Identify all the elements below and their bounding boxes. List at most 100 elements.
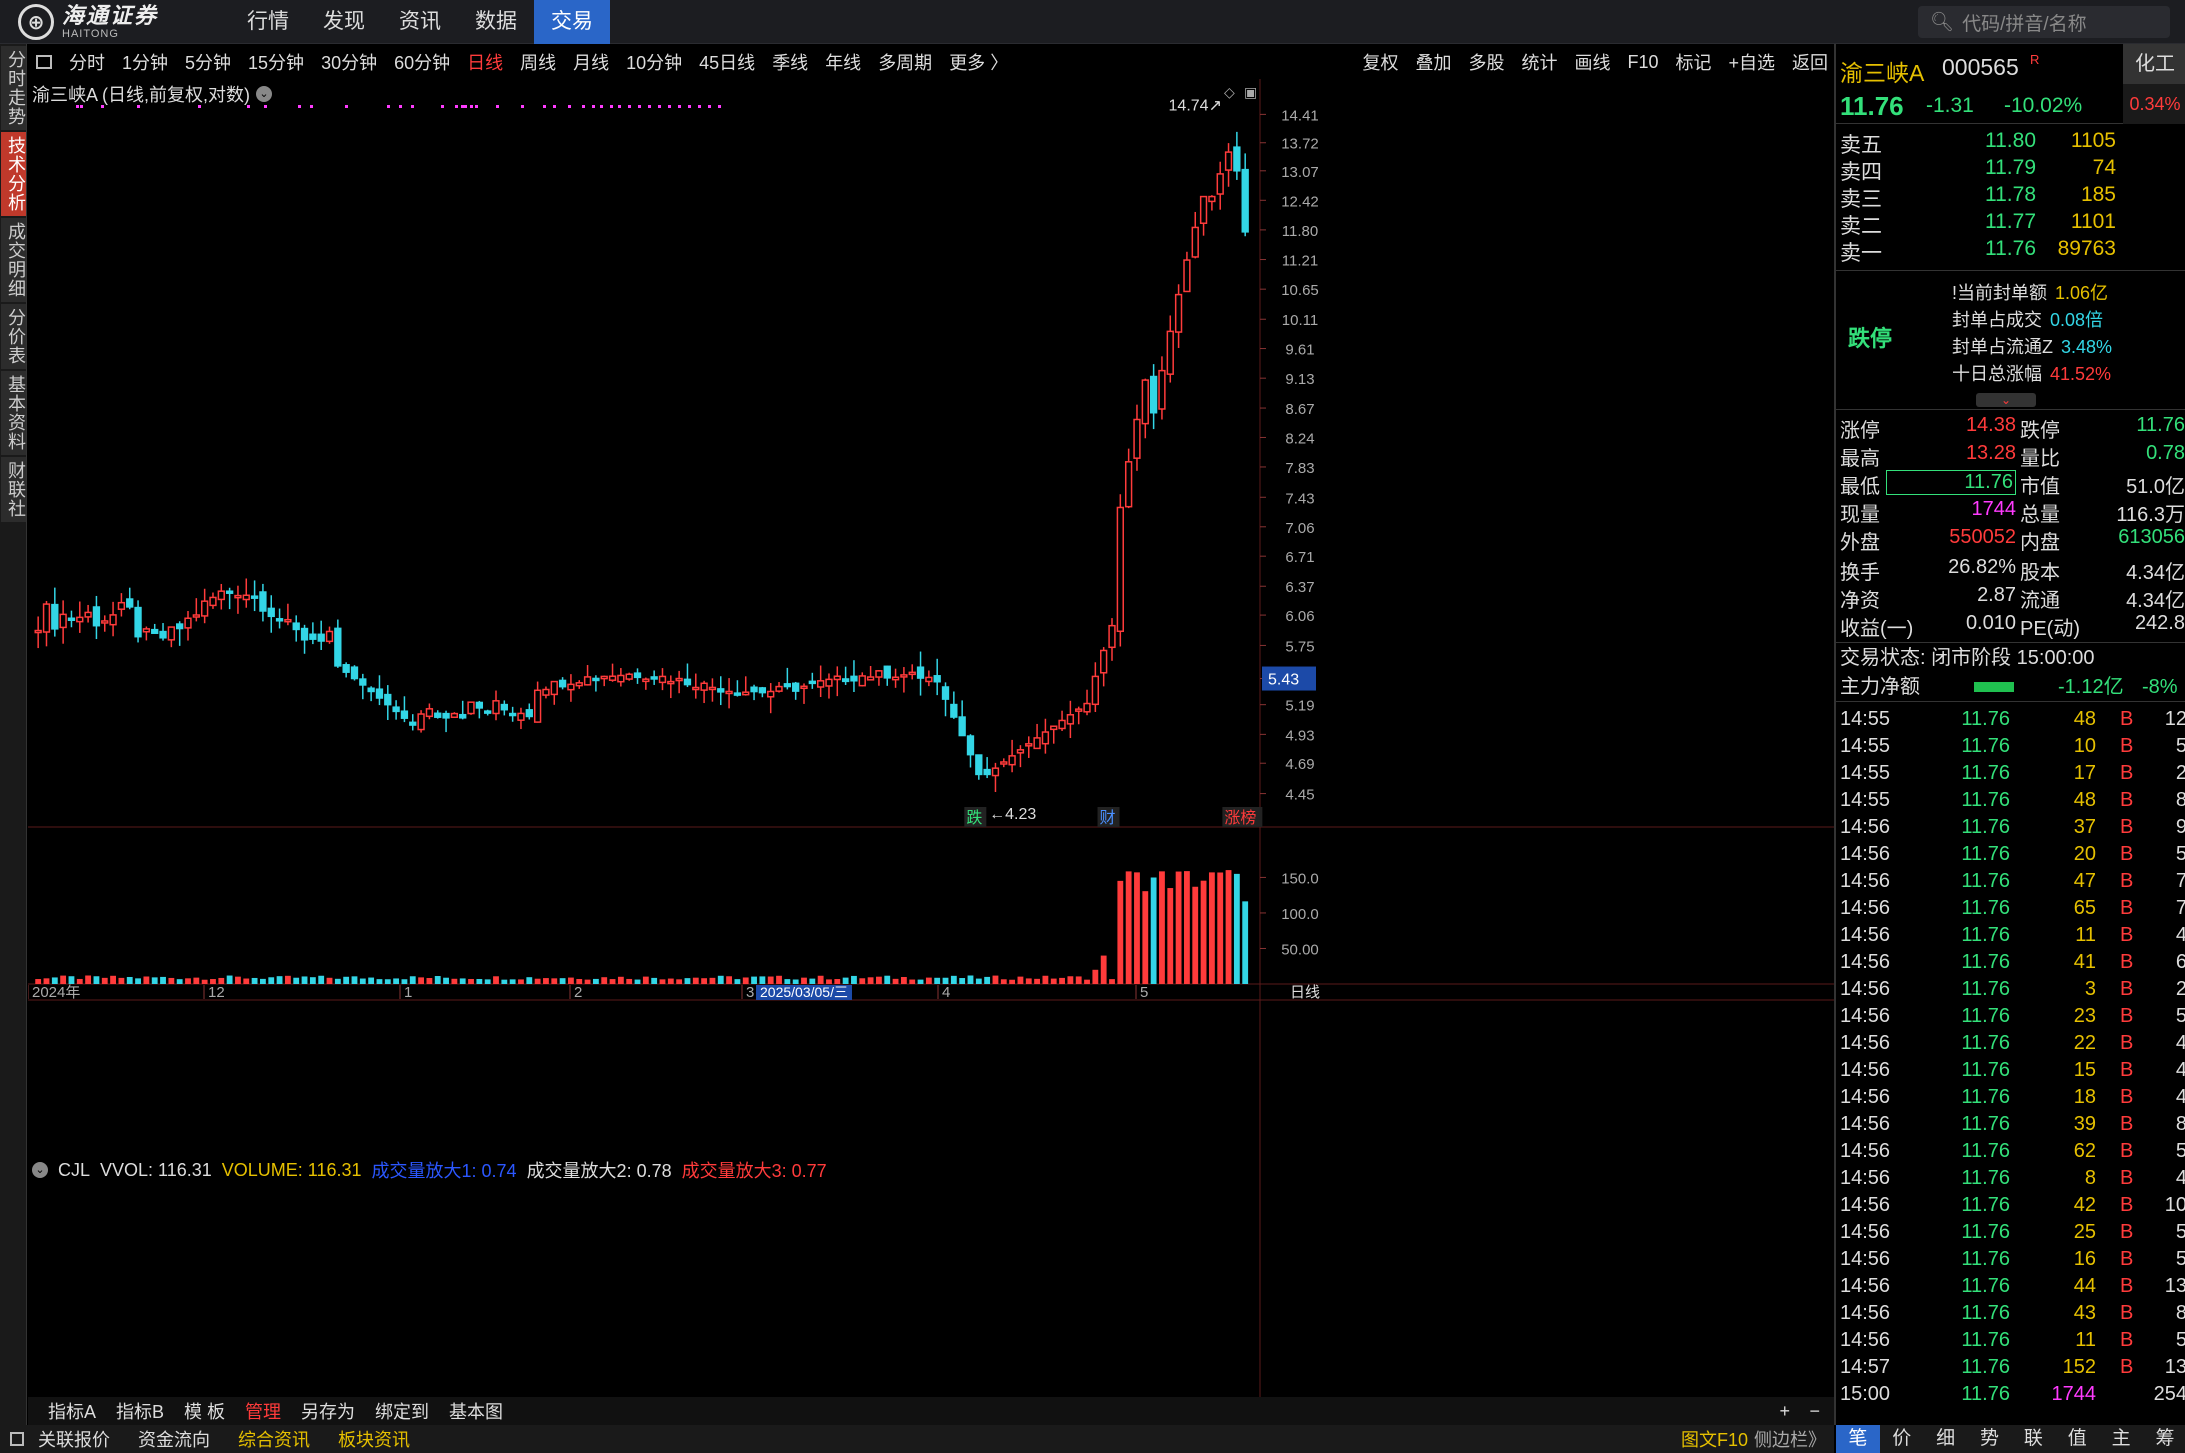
vol-indicator-name[interactable]: CJL [58, 1160, 90, 1181]
period-10min[interactable]: 10分钟 [626, 49, 682, 75]
stock-name[interactable]: 渝三峡A [1840, 54, 1924, 88]
period-yearly[interactable]: 年线 [825, 49, 861, 75]
nav-market[interactable]: 行情 [230, 0, 306, 44]
tool-multi-stock[interactable]: 多股 [1468, 49, 1504, 75]
tab-price-table[interactable]: 分价表 [1, 304, 26, 369]
period-multi[interactable]: 多周期 [878, 49, 932, 75]
tab-timeshare[interactable]: 分时走势 [1, 46, 26, 130]
indicator-b-button[interactable]: 指标B [116, 1398, 164, 1424]
ask-row[interactable]: 卖三 11.78 185 [1836, 183, 2185, 211]
manage-button[interactable]: 管理 [245, 1398, 281, 1424]
tool-add-watch[interactable]: +自选 [1728, 49, 1775, 75]
period-15min[interactable]: 15分钟 [248, 49, 304, 75]
settings-icon[interactable]: ⌄ [256, 86, 273, 102]
industry-button[interactable]: 化工 [2123, 44, 2185, 84]
nav-data[interactable]: 数据 [458, 0, 534, 44]
panel-tab[interactable]: 势 [1968, 1425, 2012, 1453]
period-60min[interactable]: 60分钟 [394, 49, 450, 75]
period-quarterly[interactable]: 季线 [772, 49, 808, 75]
tick-count: 2 [2175, 978, 2185, 1000]
zoom-in-icon[interactable]: + [1779, 1401, 1790, 1422]
tick-volume: 3 [2084, 978, 2096, 1000]
ask-row[interactable]: 卖一 11.76 89763 [1836, 237, 2185, 265]
kline-chart[interactable]: 14.41 13.72 13.07 12.42 11.80 11.21 10.65 10.11… [28, 79, 1834, 1397]
panel-toggle-icon[interactable] [36, 55, 52, 69]
tab-news-agency[interactable]: 财联社 [1, 457, 26, 522]
stat-row: 现量 1744 总量 116.3万 [1836, 498, 2185, 526]
stat-key: 最高 [1840, 448, 1880, 470]
save-as-button[interactable]: 另存为 [301, 1398, 355, 1424]
tab-technical[interactable]: 技术分析 [1, 132, 26, 216]
panel-tab[interactable]: 筹 [2143, 1425, 2185, 1453]
tick-count: 10 [2164, 1194, 2185, 1216]
candle-body [450, 712, 459, 718]
bind-to-button[interactable]: 绑定到 [375, 1398, 429, 1424]
sidebar-toggle[interactable]: 侧边栏》 [1754, 1426, 1826, 1452]
expand-chevron-icon[interactable]: ⌄ [1976, 393, 2036, 407]
panel-tab[interactable]: 笔 [1836, 1425, 1880, 1453]
search-box[interactable]: 🔍︎ 代码/拼音/名称 [1918, 6, 2170, 38]
indicator-a-button[interactable]: 指标A [48, 1398, 96, 1424]
trading-app: ⊕ 海通证券 HAITONG 行情 发现 资讯 数据 交易 🔍︎ 代码/拼音/名… [0, 0, 2185, 1453]
candle-body [683, 678, 692, 686]
candle-body [966, 735, 975, 756]
tool-adjust[interactable]: 复权 [1362, 49, 1398, 75]
period-1min[interactable]: 1分钟 [122, 49, 168, 75]
basic-chart-button[interactable]: 基本图 [449, 1398, 503, 1424]
app-logo[interactable]: ⊕ 海通证券 HAITONG [18, 4, 158, 40]
template-button[interactable]: 模 板 [184, 1398, 225, 1424]
nav-discover[interactable]: 发现 [306, 0, 382, 44]
fund-flow-button[interactable]: 资金流向 [138, 1426, 210, 1452]
ask-row[interactable]: 卖四 11.79 74 [1836, 156, 2185, 184]
candle-body [1000, 761, 1008, 765]
period-45day[interactable]: 45日线 [699, 49, 755, 75]
panel-icon[interactable] [10, 1432, 24, 1446]
volume-bar [343, 976, 350, 984]
f10-button[interactable]: 图文F10 [1681, 1426, 1748, 1452]
tool-stats[interactable]: 统计 [1521, 49, 1557, 75]
period-timeshare[interactable]: 分时 [69, 49, 105, 75]
chart-canvas[interactable]: 14.41 13.72 13.07 12.42 11.80 11.21 10.65 10.11… [28, 79, 1834, 1397]
tick-count: 9 [2175, 816, 2185, 838]
panel-tab[interactable]: 值 [2055, 1425, 2099, 1453]
nav-news[interactable]: 资讯 [382, 0, 458, 44]
sector-news-button[interactable]: 板块资讯 [338, 1426, 410, 1452]
tool-draw[interactable]: 画线 [1574, 49, 1610, 75]
panel-tab[interactable]: 价 [1880, 1425, 1924, 1453]
search-input[interactable]: 代码/拼音/名称 [1962, 9, 2087, 36]
general-news-button[interactable]: 综合资讯 [238, 1426, 310, 1452]
candle-body [567, 683, 575, 691]
related-quote-button[interactable]: 关联报价 [38, 1426, 110, 1452]
volume-bar [85, 975, 92, 984]
tool-overlay[interactable]: 叠加 [1415, 49, 1451, 75]
tool-f10[interactable]: F10 [1627, 52, 1658, 73]
event-dot [648, 105, 651, 108]
period-more[interactable]: 更多 〉 [949, 49, 1008, 75]
period-30min[interactable]: 30分钟 [321, 49, 377, 75]
tick-side: B [2120, 789, 2134, 811]
stat-value: 26.82% [1948, 556, 2016, 578]
volume-bar [992, 975, 999, 984]
volume-bar [68, 976, 75, 984]
zoom-out-icon[interactable]: − [1809, 1401, 1820, 1422]
panel-tab[interactable]: 细 [1924, 1425, 1968, 1453]
tool-mark[interactable]: 标记 [1675, 49, 1711, 75]
panel-tab[interactable]: 联 [2012, 1425, 2056, 1453]
period-daily[interactable]: 日线 [467, 49, 503, 75]
tab-deals[interactable]: 成交明细 [1, 218, 26, 302]
tab-basic-info[interactable]: 基本资料 [1, 371, 26, 455]
tick-side: B [2120, 1167, 2134, 1189]
period-weekly[interactable]: 周线 [520, 49, 556, 75]
volume-bar [318, 975, 325, 984]
period-monthly[interactable]: 月线 [573, 49, 609, 75]
tool-back[interactable]: 返回 [1792, 49, 1828, 75]
candle-body [708, 686, 717, 691]
nav-trade[interactable]: 交易 [534, 0, 610, 44]
ask-row[interactable]: 卖五 11.80 1105 [1836, 129, 2185, 157]
ask-row[interactable]: 卖二 11.77 1101 [1836, 210, 2185, 238]
stat-key: 跌停 [2020, 420, 2060, 442]
limit-seal-box: 跌停 !当前封单额 1.06亿 封单占成交 0.08倍 封单占流通Z 3.48% 十日… [1836, 270, 2185, 410]
period-5min[interactable]: 5分钟 [185, 49, 231, 75]
panel-tab[interactable]: 主 [2099, 1425, 2143, 1453]
collapse-icon[interactable]: ⌄ [32, 1162, 48, 1178]
